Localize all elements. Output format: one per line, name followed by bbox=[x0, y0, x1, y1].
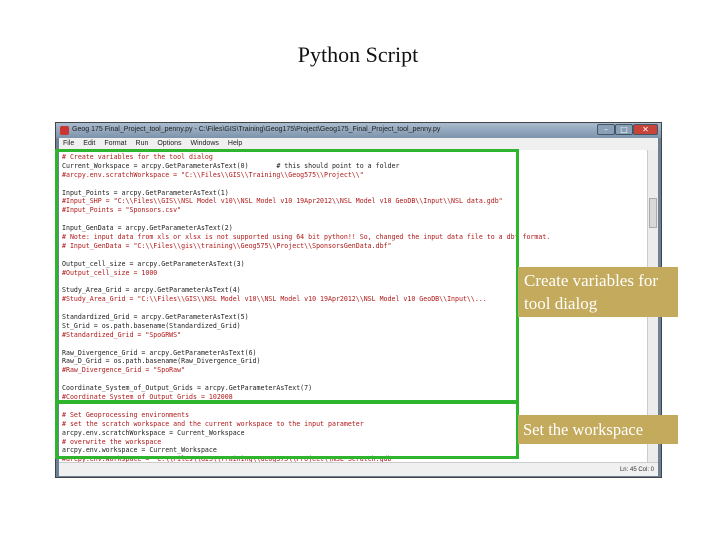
menu-windows[interactable]: Windows bbox=[190, 140, 218, 147]
menu-help[interactable]: Help bbox=[228, 140, 242, 147]
python-app-icon bbox=[60, 126, 69, 135]
window-title: Geog 175 Final_Project_tool_penny.py - C… bbox=[72, 126, 441, 133]
workspace-highlight-box bbox=[55, 401, 519, 459]
scrollbar-thumb[interactable] bbox=[649, 198, 657, 228]
menu-file[interactable]: File bbox=[63, 140, 74, 147]
slide-title: Python Script bbox=[297, 42, 419, 67]
callout-create-variables: Create variables for tool dialog bbox=[518, 267, 678, 317]
menu-run[interactable]: Run bbox=[136, 140, 149, 147]
title-bar: Geog 175 Final_Project_tool_penny.py - C… bbox=[56, 123, 661, 138]
status-bar: Ln: 45 Col: 0 bbox=[59, 462, 658, 476]
minimize-button[interactable]: – bbox=[597, 124, 615, 135]
callout-set-workspace: Set the workspace bbox=[518, 415, 678, 444]
maximize-button[interactable]: □ bbox=[615, 124, 633, 135]
menu-options[interactable]: Options bbox=[157, 140, 181, 147]
variables-highlight-box bbox=[55, 149, 519, 403]
menu-edit[interactable]: Edit bbox=[83, 140, 95, 147]
close-button[interactable]: ✕ bbox=[633, 124, 658, 135]
menu-format[interactable]: Format bbox=[104, 140, 126, 147]
